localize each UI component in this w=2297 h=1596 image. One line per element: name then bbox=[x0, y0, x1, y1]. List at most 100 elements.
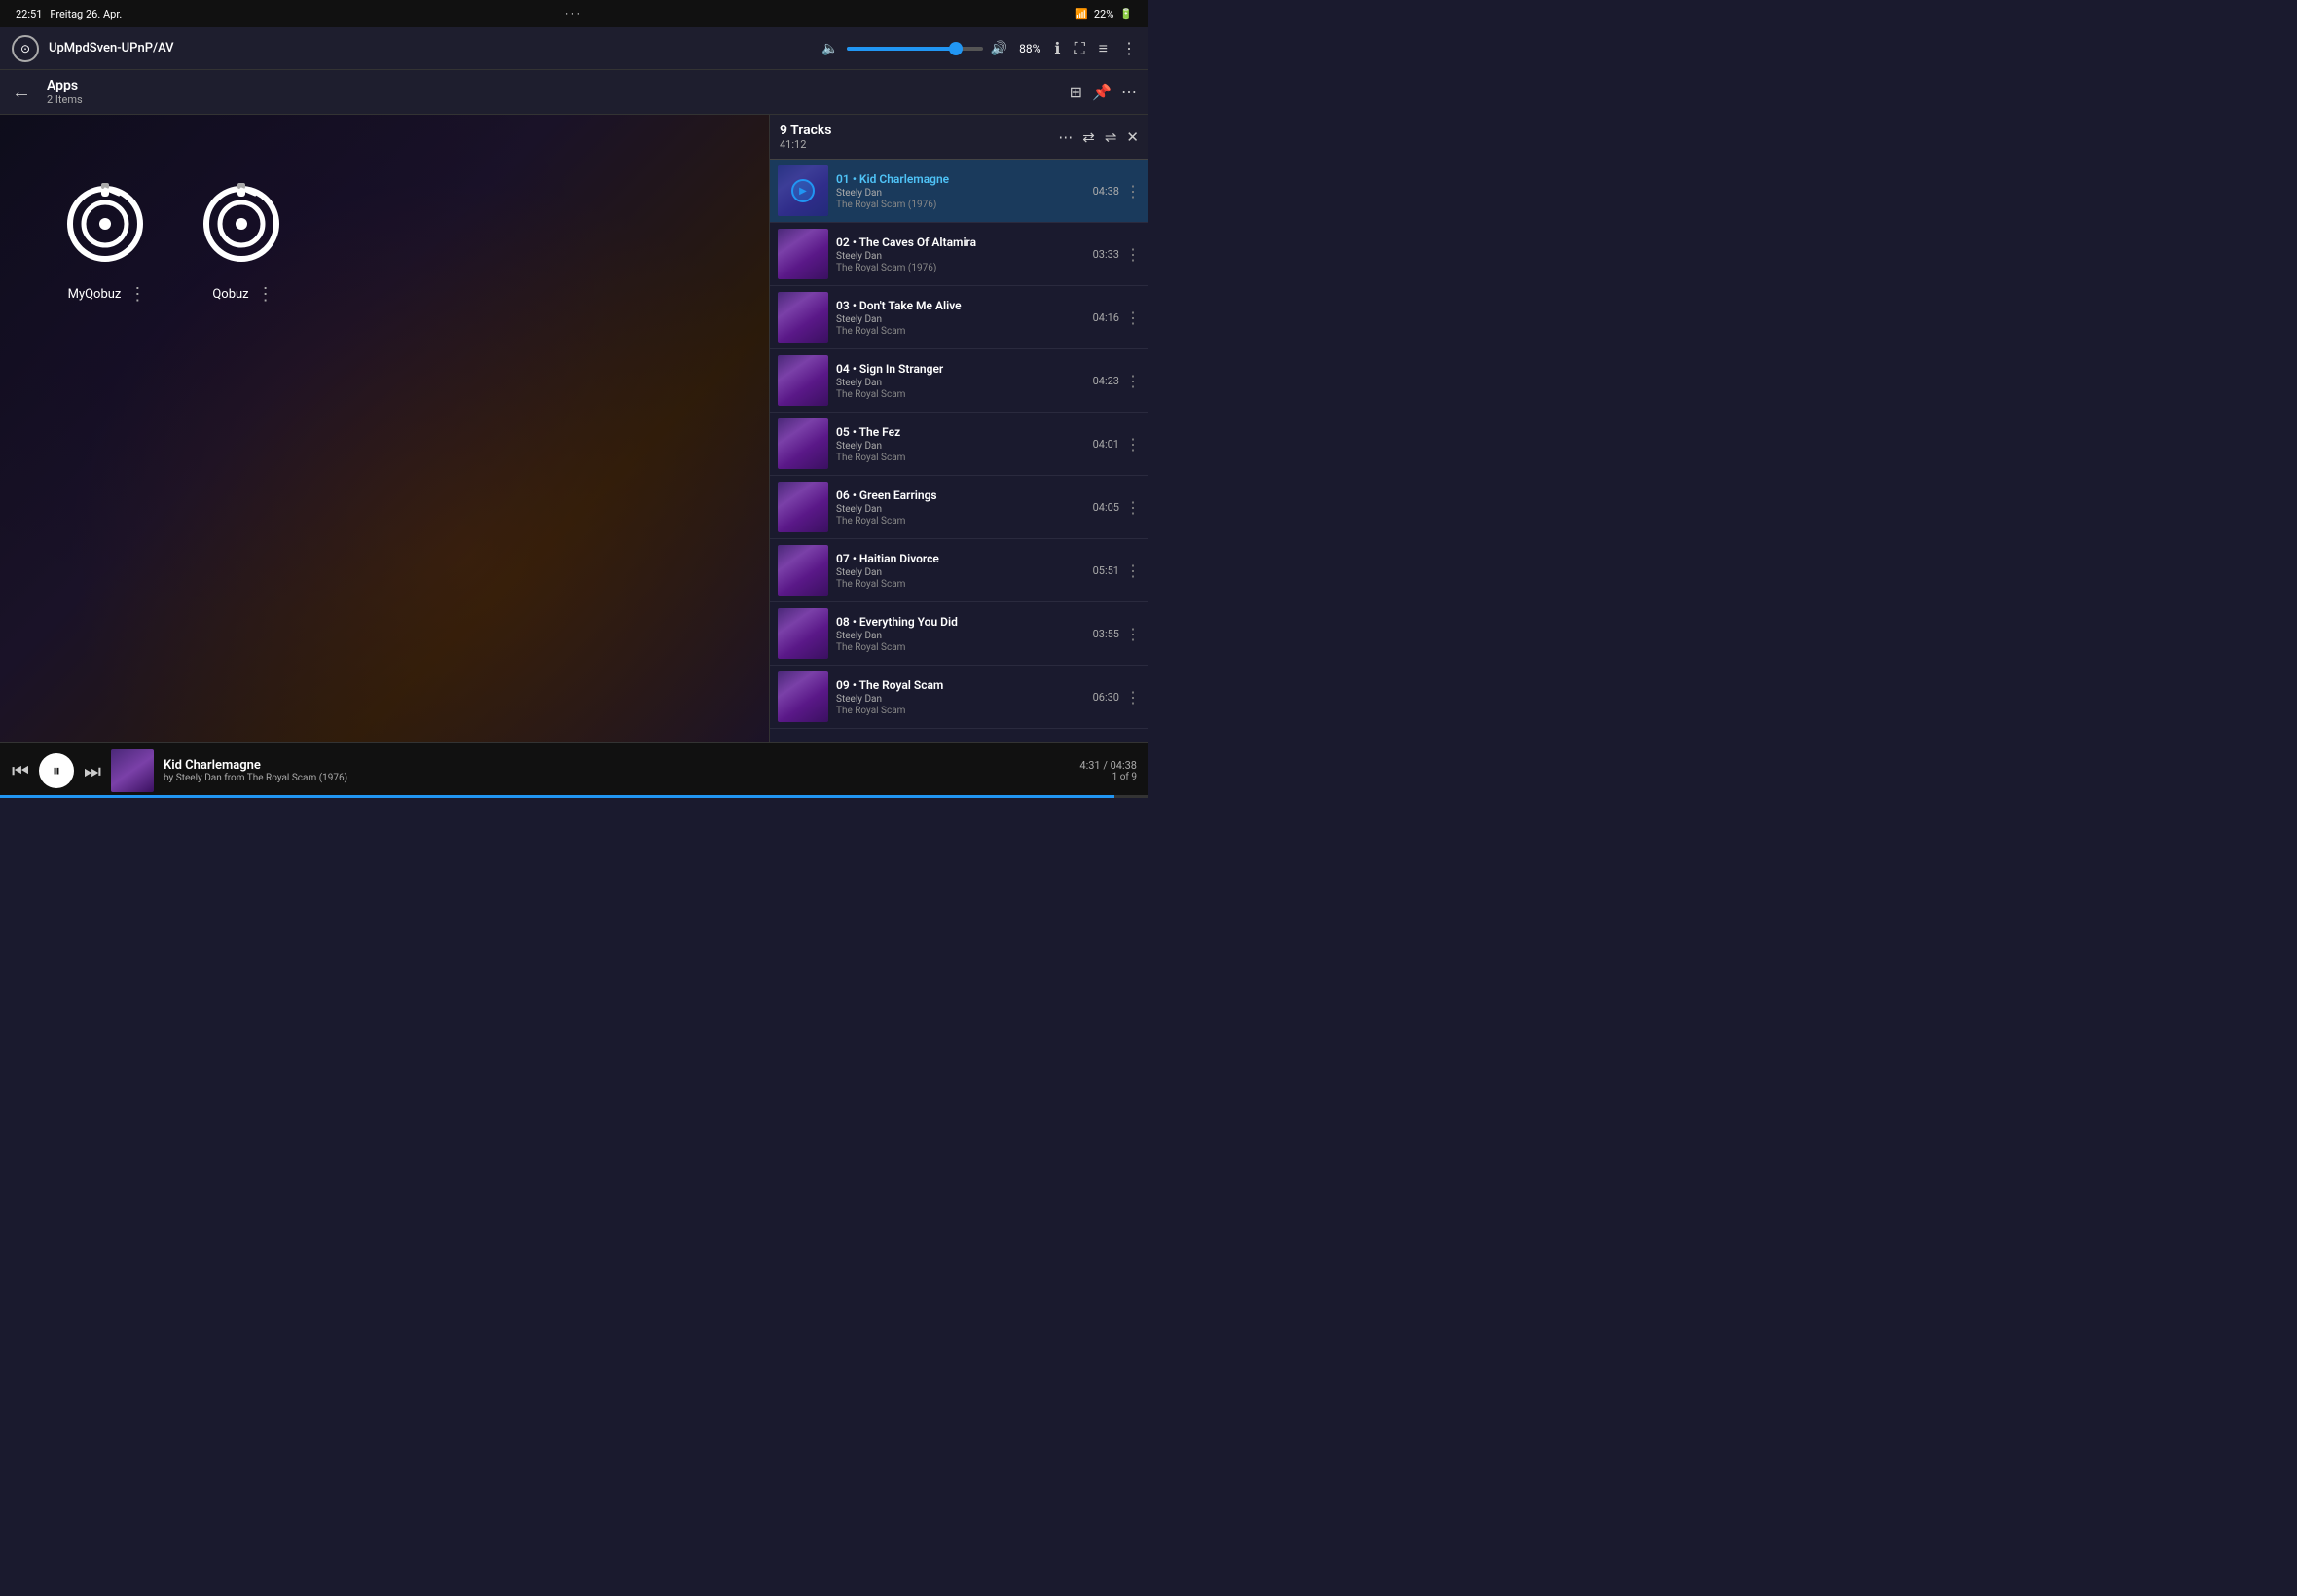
track-more-icon[interactable]: ⋮ bbox=[1125, 498, 1141, 517]
track-album: The Royal Scam bbox=[836, 453, 1085, 463]
breadcrumb-actions: ⊞ 📌 ⋯ bbox=[1070, 83, 1137, 101]
track-item[interactable]: 07 • Haitian DivorceSteely DanThe Royal … bbox=[770, 539, 1148, 602]
track-info: 04 • Sign In Stranger Steely DanThe Royal… bbox=[828, 362, 1093, 400]
track-title: 03 • Don't Take Me Alive bbox=[836, 299, 1085, 312]
track-more-icon[interactable]: ⋮ bbox=[1125, 245, 1141, 264]
track-list: ▶01 • Kid CharlemagneSteely DanThe Royal… bbox=[770, 160, 1148, 729]
track-artist: Steely Dan bbox=[836, 314, 1085, 325]
track-more-icon[interactable]: ⋮ bbox=[1125, 435, 1141, 453]
volume-percentage: 88% bbox=[1019, 42, 1040, 55]
track-item[interactable]: 02 • The Caves Of AltamiraSteely DanThe … bbox=[770, 223, 1148, 286]
now-playing-bar: ⏮ ⏸ ⏭ Kid Charlemagne by Steely Dan from… bbox=[0, 742, 1148, 798]
track-item[interactable]: 06 • Green EarringsSteely DanThe Royal S… bbox=[770, 476, 1148, 539]
volume-mute-icon[interactable]: 🔈 bbox=[821, 41, 838, 56]
track-thumbnail: ▶ bbox=[778, 165, 828, 216]
track-item[interactable]: 09 • The Royal Scam Steely DanThe Royal S… bbox=[770, 666, 1148, 729]
tracks-more-icon[interactable]: ⋯ bbox=[1058, 128, 1073, 146]
right-panel[interactable]: 9 Tracks 41:12 ⋯ ⇄ ⇌ ✕ ▶01 • Kid Charlem… bbox=[769, 115, 1148, 742]
tracks-repeat-icon[interactable]: ⇌ bbox=[1105, 128, 1117, 146]
fullscreen-icon[interactable]: ⛶ bbox=[1074, 39, 1084, 58]
track-info: 03 • Don't Take Me Alive Steely DanThe Ro… bbox=[828, 299, 1093, 337]
track-artist: Steely Dan bbox=[836, 567, 1085, 578]
tracks-total: 41:12 bbox=[780, 138, 831, 151]
track-artist: Steely Dan bbox=[836, 378, 1085, 388]
toolbar-icons: ℹ ⛶ ≡ ⋮ bbox=[1054, 39, 1137, 58]
track-info: 08 • Everything You DidSteely DanThe Roy… bbox=[828, 615, 1093, 653]
more-breadcrumb-icon[interactable]: ⋯ bbox=[1121, 83, 1137, 101]
info-icon[interactable]: ℹ bbox=[1054, 39, 1060, 57]
track-title: 01 • Kid Charlemagne bbox=[836, 172, 1085, 186]
pin-icon[interactable]: 📌 bbox=[1092, 83, 1112, 101]
status-time: 22:51 bbox=[16, 8, 42, 20]
track-thumbnail bbox=[778, 482, 828, 532]
tracks-shuffle-icon[interactable]: ⇄ bbox=[1082, 128, 1095, 146]
track-duration: 04:38 bbox=[1093, 185, 1119, 198]
track-item[interactable]: ▶ 01 • Kid Charlemagne Steely DanThe Royal… bbox=[770, 160, 1148, 223]
track-more-icon[interactable]: ⋮ bbox=[1125, 688, 1141, 707]
track-more-icon[interactable]: ⋮ bbox=[1125, 182, 1141, 200]
track-album: The Royal Scam bbox=[836, 706, 1085, 716]
now-playing-progress[interactable] bbox=[0, 795, 1148, 798]
volume-up-icon[interactable]: 🔊 bbox=[991, 41, 1007, 56]
track-duration: 04:23 bbox=[1093, 375, 1119, 387]
now-playing-meta: 4:31 / 04:38 1 of 9 bbox=[1079, 759, 1137, 782]
track-title: 04 • Sign In Stranger bbox=[836, 362, 1085, 376]
track-item[interactable]: 05 • The FezSteely DanThe Royal Scam04:0… bbox=[770, 413, 1148, 476]
track-thumbnail bbox=[778, 671, 828, 722]
track-album: The Royal Scam (1976) bbox=[836, 263, 1085, 273]
track-more-icon[interactable]: ⋮ bbox=[1125, 372, 1141, 390]
track-thumbnail bbox=[778, 545, 828, 596]
track-album: The Royal Scam bbox=[836, 389, 1085, 400]
track-item[interactable]: 03 • Don't Take Me Alive Steely DanThe Ro… bbox=[770, 286, 1148, 349]
qobuz-logo bbox=[195, 173, 292, 271]
track-album: The Royal Scam bbox=[836, 516, 1085, 526]
more-icon[interactable]: ⋮ bbox=[1121, 39, 1137, 57]
now-playing-subtitle: by Steely Dan from The Royal Scam (1976) bbox=[164, 773, 1070, 783]
tracks-clear-icon[interactable]: ✕ bbox=[1126, 128, 1139, 146]
track-duration: 03:33 bbox=[1093, 248, 1119, 261]
next-button[interactable]: ⏭ bbox=[84, 759, 101, 782]
breadcrumb-subtitle: 2 Items bbox=[47, 93, 83, 106]
track-artist: Steely Dan bbox=[836, 441, 1085, 452]
content-area: MyQobuz ⋮ Qobuz bbox=[0, 115, 1148, 742]
track-item[interactable]: 04 • Sign In Stranger Steely DanThe Royal… bbox=[770, 349, 1148, 413]
status-date: Freitag 26. Apr. bbox=[50, 8, 122, 20]
track-artist: Steely Dan bbox=[836, 694, 1085, 705]
track-title: 06 • Green Earrings bbox=[836, 489, 1085, 502]
track-item[interactable]: 08 • Everything You DidSteely DanThe Roy… bbox=[770, 602, 1148, 666]
breadcrumb-title: Apps bbox=[47, 78, 83, 93]
track-thumbnail bbox=[778, 418, 828, 469]
np-from: from bbox=[224, 773, 247, 783]
progress-fill bbox=[0, 795, 1114, 798]
qobuz-menu-icon[interactable]: ⋮ bbox=[257, 284, 274, 305]
app-icon[interactable]: ⊙ bbox=[12, 35, 39, 62]
apps-grid: MyQobuz ⋮ Qobuz bbox=[0, 115, 769, 363]
overflow-dots: ··· bbox=[565, 8, 583, 20]
play-pause-button[interactable]: ⏸ bbox=[39, 753, 74, 788]
track-artist: Steely Dan bbox=[836, 631, 1085, 641]
volume-slider[interactable] bbox=[847, 47, 983, 51]
back-button[interactable]: ← bbox=[12, 80, 31, 104]
track-more-icon[interactable]: ⋮ bbox=[1125, 625, 1141, 643]
track-title: 09 • The Royal Scam bbox=[836, 678, 1085, 692]
myqobuz-menu-icon[interactable]: ⋮ bbox=[128, 284, 146, 305]
app-item-myqobuz[interactable]: MyQobuz ⋮ bbox=[58, 173, 156, 305]
track-duration: 03:55 bbox=[1093, 628, 1119, 640]
track-album: The Royal Scam bbox=[836, 326, 1085, 337]
np-artist: Steely Dan bbox=[176, 773, 224, 783]
track-info: 06 • Green EarringsSteely DanThe Royal S… bbox=[828, 489, 1093, 526]
grid-icon[interactable]: ⊞ bbox=[1070, 83, 1082, 101]
track-info: 02 • The Caves Of AltamiraSteely DanThe … bbox=[828, 236, 1093, 273]
track-duration: 05:51 bbox=[1093, 564, 1119, 577]
track-info: 05 • The FezSteely DanThe Royal Scam bbox=[828, 425, 1093, 463]
track-more-icon[interactable]: ⋮ bbox=[1125, 308, 1141, 327]
previous-button[interactable]: ⏮ bbox=[12, 759, 29, 782]
breadcrumb-bar: ← Apps 2 Items ⊞ 📌 ⋯ bbox=[0, 70, 1148, 115]
np-track-num: 1 of 9 bbox=[1079, 772, 1137, 782]
np-album: The Royal Scam (1976) bbox=[247, 773, 347, 783]
app-item-qobuz[interactable]: Qobuz ⋮ bbox=[195, 173, 292, 305]
track-artist: Steely Dan bbox=[836, 188, 1085, 199]
queue-icon[interactable]: ≡ bbox=[1099, 39, 1108, 58]
track-album: The Royal Scam (1976) bbox=[836, 200, 1085, 210]
track-more-icon[interactable]: ⋮ bbox=[1125, 562, 1141, 580]
